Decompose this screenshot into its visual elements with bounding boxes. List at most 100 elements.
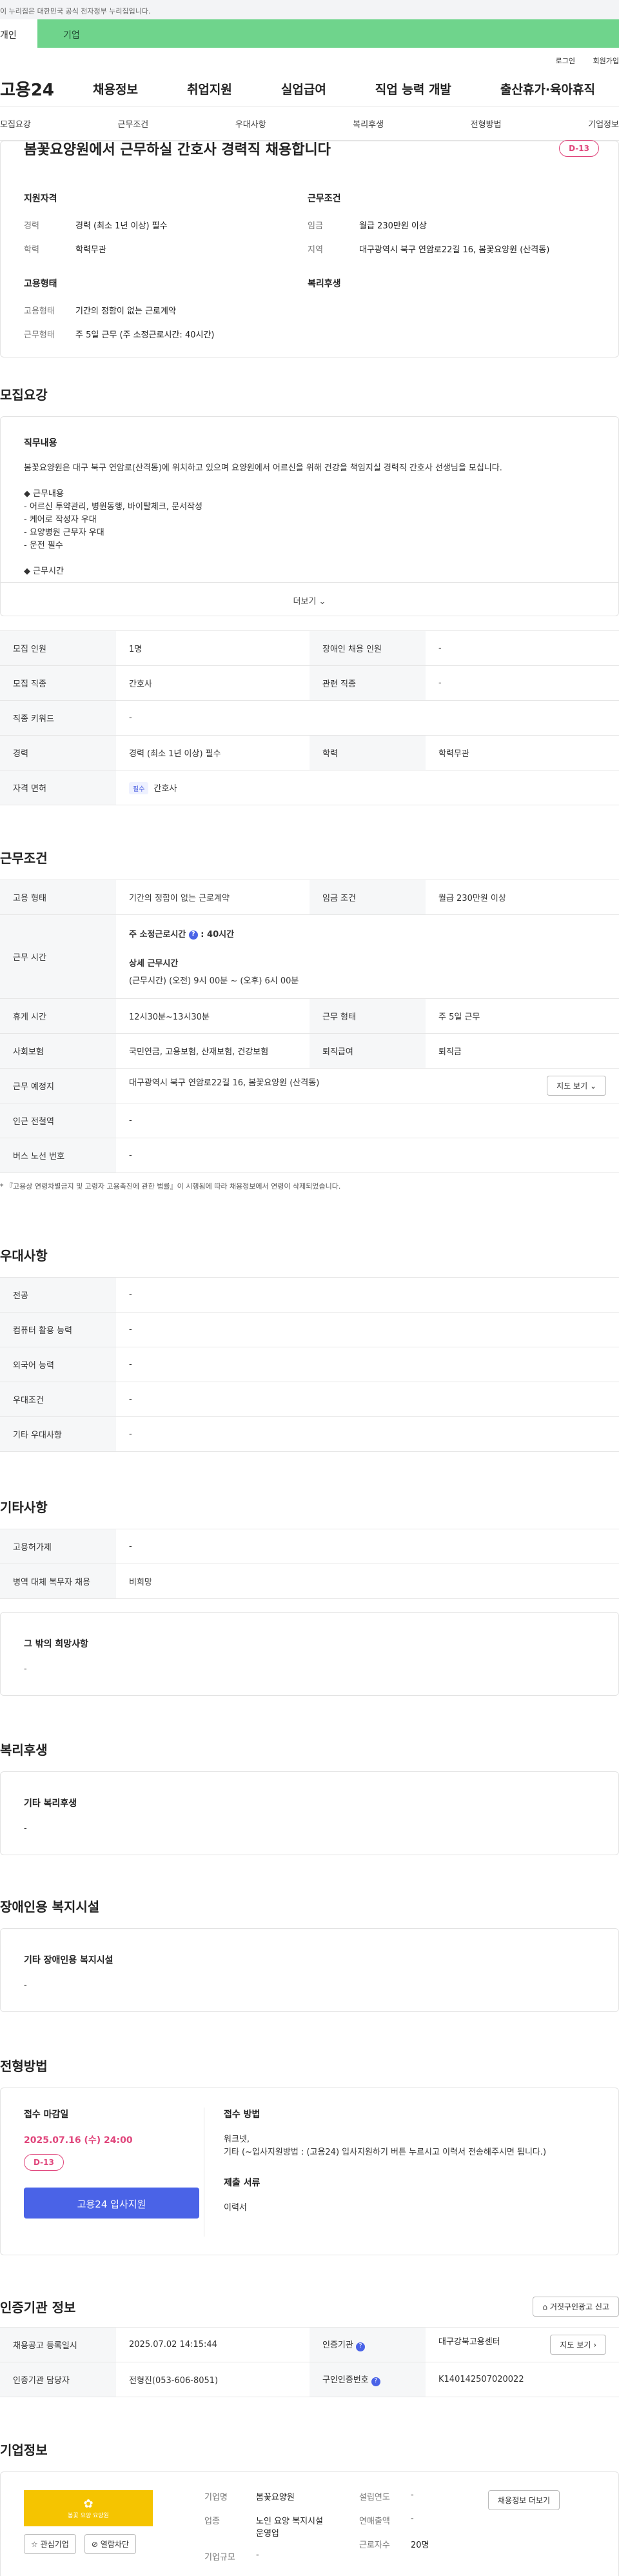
gnb-item-jobs[interactable]: 채용정보 — [93, 80, 138, 97]
cert-title: 인증기관 정보 — [0, 2300, 76, 2315]
map-button[interactable]: 지도 보기 ⌄ — [547, 1076, 606, 1096]
job-desc-line: - 요양병원 근무자 우대 — [24, 528, 104, 538]
welfare-box: 기타 복리후생 - — [0, 1771, 619, 1855]
pref-etc-label: 기타 우대사항 — [0, 1416, 116, 1452]
gnb-item-leave[interactable]: 출산휴가·육아휴직 — [500, 80, 595, 97]
military-label: 병역 대체 복무자 채용 — [0, 1564, 116, 1599]
more-button[interactable]: 더보기 ⌄ — [1, 582, 618, 616]
method-value-1: 워크넷, — [224, 2135, 250, 2144]
global-nav: 고용24 채용정보 취업지원 실업급여 직업 능력 개발 출산휴가·육아휴직 — [0, 71, 619, 106]
other-wish-heading: 그 밖의 희망사항 — [24, 1639, 88, 1649]
tab-personal[interactable]: 개인 — [0, 19, 37, 48]
login-link[interactable]: 로그인 — [556, 57, 575, 65]
insurance-label: 사회보험 — [0, 1033, 116, 1069]
recruit-title: 모집요강 — [0, 387, 48, 403]
site-logo[interactable]: 고용24 — [0, 77, 54, 101]
secnav-work[interactable]: 근무조건 — [117, 117, 148, 130]
gnb-item-training[interactable]: 직업 능력 개발 — [375, 80, 451, 97]
secnav-process[interactable]: 전형방법 — [471, 117, 502, 130]
gnb-item-support[interactable]: 취업지원 — [187, 80, 232, 97]
job-desc-line: - 운전 필수 — [24, 541, 63, 550]
wage-row-value: 월급 230만원 이상 — [426, 880, 619, 915]
cname-label: 기업명 — [204, 2493, 228, 2502]
dday-badge: D-13 — [559, 140, 599, 157]
other-wish-value: - — [24, 1664, 27, 1674]
company-logo: ✿ 봄꽃 요양 요양원 — [24, 2490, 153, 2526]
keyword-value: - — [116, 700, 619, 736]
org-map-button[interactable]: 지도 보기 › — [550, 2335, 606, 2355]
age-note: * 『고용상 연령차별금지 및 고령자 고용촉진에 관한 법률』이 시행됨에 따… — [0, 1182, 341, 1191]
secnav-pref[interactable]: 우대사항 — [235, 117, 266, 130]
welfare-heading: 복리후생 — [308, 279, 341, 289]
secnav-recruit[interactable]: 모집요강 — [0, 117, 31, 130]
career-row-label: 경력 — [0, 735, 116, 770]
edu-row-label: 학력 — [310, 735, 426, 770]
reg-date-value: 2025.07.02 14:15:44 — [116, 2327, 310, 2362]
manager-value: 전형진(053-606-8051) — [116, 2362, 310, 2397]
employees-value: 20명 — [411, 2541, 429, 2550]
computer-value: - — [116, 1312, 619, 1347]
wtype-label: 근무형태 — [24, 330, 55, 340]
rest-value: 12시30분~13시30분 — [116, 998, 310, 1034]
hours-value: 주 소정근로시간 ? : 40시간 상세 근무시간 (근무시간) (오전) 9시… — [116, 914, 619, 999]
career-value: 경력 (최소 1년 이상) 필수 — [75, 221, 168, 231]
bus-label: 버스 노선 번호 — [0, 1138, 116, 1173]
sales-label: 연매출액 — [359, 2517, 390, 2526]
headcount-value: 1명 — [116, 630, 310, 666]
cert-table: 채용공고 등록일시 2025.07.02 14:15:44 인증기관 ? 대구강… — [0, 2327, 619, 2397]
industry-label: 업종 — [204, 2517, 220, 2526]
recruit-table: 모집 인원 1명 장애인 채용 인원 - 모집 직종 간호사 관련 직종 - 직… — [0, 630, 619, 805]
gnb-item-benefit[interactable]: 실업급여 — [281, 80, 326, 97]
secnav-company[interactable]: 기업정보 — [588, 117, 619, 130]
station-value: - — [116, 1103, 619, 1138]
etc-title: 기타사항 — [0, 1500, 48, 1515]
pref-etc-value: - — [116, 1416, 619, 1452]
related-occ-label: 관련 직종 — [310, 665, 426, 701]
join-link[interactable]: 회원가입 — [593, 57, 619, 65]
gov-banner: 이 누리집은 대한민국 공식 전자정부 누리집입니다. — [0, 0, 619, 19]
section-nav: 모집요강 근무조건 우대사항 복리후생 전형방법 기업정보 — [0, 106, 619, 141]
cname-value: 봄꽃요양원 — [256, 2493, 295, 2502]
report-button[interactable]: ⌂ 거짓구인광고 신고 — [533, 2297, 619, 2317]
company-title: 기업정보 — [0, 2442, 48, 2458]
place-label: 근무 예정지 — [0, 1068, 116, 1103]
etype-row-label: 고용 형태 — [0, 880, 116, 915]
wage-row-label: 임금 조건 — [310, 880, 426, 915]
cond-heading: 근무조건 — [308, 194, 341, 204]
pref-title: 우대사항 — [0, 1248, 48, 1263]
rest-label: 휴게 시간 — [0, 998, 116, 1034]
tab-company[interactable]: 기업 — [37, 19, 619, 48]
edu-row-value: 학력무관 — [426, 735, 619, 770]
pref-cond-label: 우대조건 — [0, 1382, 116, 1417]
docs-value: 이력서 — [224, 2203, 247, 2213]
manager-label: 인증기관 담당자 — [0, 2362, 116, 2397]
occupation-value: 간호사 — [116, 665, 310, 701]
apply-button[interactable]: 고용24 입사지원 — [24, 2188, 199, 2219]
secnav-welfare[interactable]: 복리후생 — [353, 117, 384, 130]
wage-label: 임금 — [308, 221, 323, 231]
favorite-button[interactable]: ☆ 관심기업 — [24, 2534, 76, 2554]
job-desc-line: - 케어로 작성자 우대 — [24, 515, 97, 525]
form-label: 근무 형태 — [310, 998, 426, 1034]
keyword-label: 직종 키워드 — [0, 700, 116, 736]
org-value: 대구강북고용센터 지도 보기 › — [426, 2327, 619, 2362]
required-tag: 필수 — [129, 781, 149, 794]
company-detail-button[interactable]: 채용정보 더보기 — [488, 2490, 560, 2510]
disabled-hire-label: 장애인 채용 인원 — [310, 630, 426, 666]
career-label: 경력 — [24, 221, 39, 231]
disab-box: 기타 장애인용 복지시설 - — [0, 1928, 619, 2012]
info-icon[interactable]: ? — [355, 2342, 365, 2351]
cert-num-label: 구인인증번호 ? — [310, 2362, 426, 2397]
job-desc-line: - 어르신 투약관리, 병원동행, 바이탈체크, 문서작성 — [24, 502, 202, 512]
size-value: - — [256, 2550, 259, 2560]
info-icon[interactable]: ? — [188, 930, 198, 940]
welfare-title: 복리후생 — [0, 1742, 48, 1758]
disabled-hire-value: - — [426, 630, 619, 666]
info-icon[interactable]: ? — [371, 2377, 380, 2386]
station-label: 인근 전철역 — [0, 1103, 116, 1138]
wtype-value: 주 5일 근무 (주 소정근로시간: 40시간) — [75, 330, 215, 340]
block-button[interactable]: ⊘ 열람차단 — [84, 2534, 136, 2554]
edu-value: 학력무관 — [75, 245, 106, 255]
deadline-dday: D-13 — [24, 2154, 64, 2171]
job-desc-box: 직무내용 봄꽃요양원은 대구 북구 연암로(산격동)에 위치하고 있으며 요양원… — [0, 416, 619, 616]
